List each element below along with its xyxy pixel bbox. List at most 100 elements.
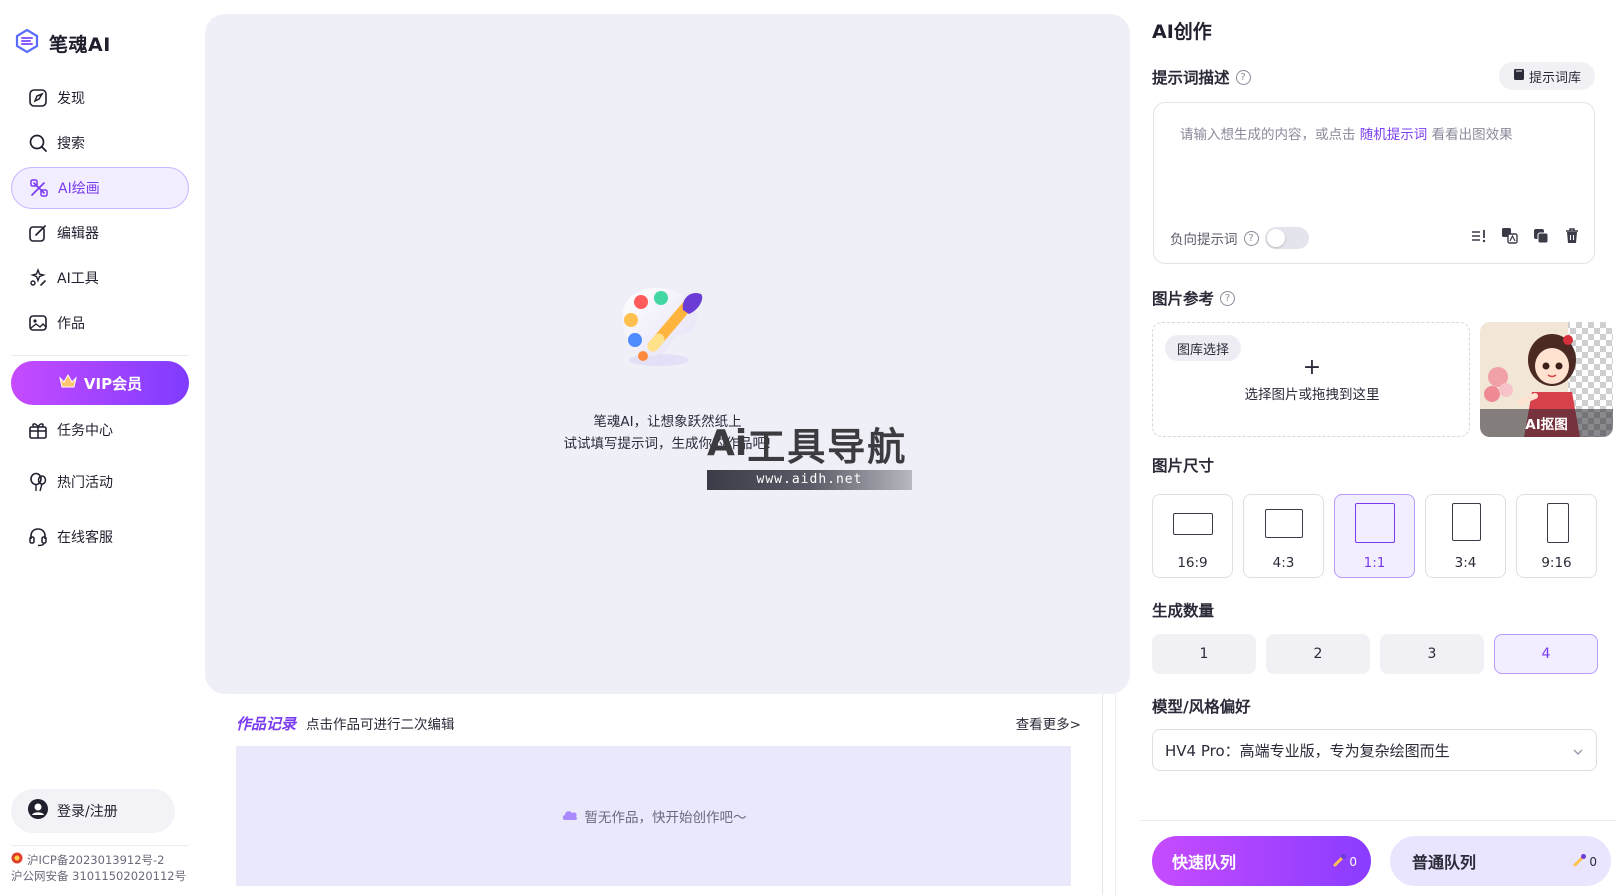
count-option-4[interactable]: 4 <box>1494 634 1598 674</box>
negative-prompt-toggle[interactable] <box>1264 227 1309 249</box>
nav-item-search[interactable]: 搜索 <box>11 122 189 164</box>
nav-label: 搜索 <box>57 136 85 152</box>
prompt-placeholder: 请输入想生成的内容，或点击 随机提示词 看看出图效果 <box>1180 127 1513 143</box>
size-option-label: 1:1 <box>1363 555 1386 571</box>
prompt-library-button[interactable]: 提示词库 <box>1499 62 1595 90</box>
prompt-library-label: 提示词库 <box>1528 70 1581 86</box>
canvas-hint-line-1: 笔魂AI，让想象跃然纸上 <box>593 414 742 430</box>
records-header: 作品记录 点击作品可进行二次编辑 查看更多> <box>236 712 1081 734</box>
size-option-9-16[interactable]: 9:16 <box>1516 494 1597 578</box>
icp-line-2[interactable]: 沪公网安备 31011502020112号 <box>11 868 186 884</box>
nav-item-task-center[interactable]: 任务中心 <box>11 409 189 451</box>
nav-item-editor[interactable]: 编辑器 <box>11 212 189 254</box>
size-option-label: 3:4 <box>1454 555 1477 571</box>
count-option-3[interactable]: 3 <box>1380 634 1484 674</box>
ai-cutout-card[interactable]: AI抠图 <box>1480 322 1613 437</box>
count-option-2[interactable]: 2 <box>1266 634 1370 674</box>
balloon-icon <box>27 471 49 493</box>
view-more-link[interactable]: 查看更多> <box>1016 713 1081 733</box>
nav-label: AI绘画 <box>58 181 100 197</box>
size-option-16-9[interactable]: 16:9 <box>1152 494 1233 578</box>
icp-info: 沪ICP备2023013912号-2 沪公网安备 31011502020112号 <box>11 852 186 884</box>
palette-illustration-icon <box>609 272 721 380</box>
ref-label: 图片参考 <box>1152 290 1215 308</box>
prompt-input[interactable]: 请输入想生成的内容，或点击 随机提示词 看看出图效果 负向提示词 ? <box>1153 102 1595 264</box>
nav-label: 热门活动 <box>57 475 113 491</box>
works-icon <box>27 312 49 334</box>
ratio-9-16-icon <box>1547 503 1569 543</box>
vip-button[interactable]: VIP会员 <box>11 361 189 405</box>
police-badge-icon <box>11 852 23 868</box>
list-icon[interactable] <box>1470 227 1487 244</box>
normal-queue-button[interactable]: 普通队列 0 <box>1390 836 1611 886</box>
ai-tools-icon <box>27 267 49 289</box>
icp-line-1[interactable]: 沪ICP备2023013912号-2 <box>27 852 165 868</box>
divider <box>1102 694 1103 895</box>
ai-cutout-label: AI抠图 <box>1480 409 1613 437</box>
nav-item-ai-tools[interactable]: AI工具 <box>11 257 189 299</box>
negative-prompt-row: 负向提示词 ? <box>1170 227 1309 249</box>
model-value: HV4 Pro：高端专业版，专为复杂绘图而生 <box>1165 741 1450 760</box>
size-option-1-1[interactable]: 1:1 <box>1334 494 1415 578</box>
delete-icon[interactable] <box>1563 227 1580 244</box>
queue-divider <box>1140 820 1617 821</box>
creation-panel: AI创作 提示词描述 ? 提示词库 请输入想生成的内容，或点击 随机提示词 看看… <box>1140 0 1617 895</box>
size-label: 图片尺寸 <box>1152 457 1215 475</box>
watermark-cn: 工具导航 <box>747 425 908 469</box>
help-icon[interactable]: ? <box>1235 69 1251 85</box>
nav-label: AI工具 <box>57 271 99 287</box>
headset-icon <box>27 526 49 548</box>
crown-icon <box>58 372 78 394</box>
nav-item-events[interactable]: 热门活动 <box>11 461 189 503</box>
size-section-label: 图片尺寸 <box>1152 454 1214 476</box>
translate-icon[interactable] <box>1501 227 1518 244</box>
size-option-3-4[interactable]: 3:4 <box>1425 494 1506 578</box>
nav-item-works[interactable]: 作品 <box>11 302 189 344</box>
dropzone-text: 选择图片或拖拽到这里 <box>1244 387 1380 403</box>
nav-label: 编辑器 <box>57 226 99 242</box>
fast-queue-button[interactable]: 快速队列 0 <box>1152 836 1371 886</box>
size-option-label: 4:3 <box>1272 555 1295 571</box>
login-button[interactable]: 登录/注册 <box>11 789 175 833</box>
search-icon <box>27 132 49 154</box>
nav-label: 任务中心 <box>57 423 113 439</box>
plus-icon: + <box>1302 355 1322 380</box>
negative-prompt-label: 负向提示词 <box>1170 232 1238 248</box>
records-empty-text: 暂无作品，快开始创作吧～ <box>584 810 747 826</box>
generation-canvas: 笔魂AI，让想象跃然纸上 试试填写提示词，生成你的作品吧! Ai 工具导航 ww… <box>205 14 1130 694</box>
help-icon[interactable]: ? <box>1243 230 1259 246</box>
book-icon <box>1513 68 1525 85</box>
copy-icon[interactable] <box>1532 227 1549 244</box>
count-label: 生成数量 <box>1152 602 1215 620</box>
sidebar: 笔魂AI 发现 搜索 AI绘画 编辑器 AI工具 作品 VIP会员 任务中心 热… <box>0 0 200 895</box>
gift-icon <box>27 419 49 441</box>
brand[interactable]: 笔魂AI <box>14 28 111 58</box>
random-prompt-link[interactable]: 随机提示词 <box>1360 127 1428 143</box>
count-option-1[interactable]: 1 <box>1152 634 1256 674</box>
watermark-url: www.aidh.net <box>707 470 912 490</box>
nav-item-discover[interactable]: 发现 <box>11 77 189 119</box>
chevron-down-icon <box>1572 744 1584 762</box>
size-option-label: 16:9 <box>1177 555 1208 571</box>
ratio-4-3-icon <box>1265 509 1303 538</box>
nav-item-support[interactable]: 在线客服 <box>11 516 189 558</box>
size-option-4-3[interactable]: 4:3 <box>1243 494 1324 578</box>
prompt-tools <box>1470 227 1580 244</box>
nav-item-ai-paint[interactable]: AI绘画 <box>11 167 189 209</box>
model-label: 模型/风格偏好 <box>1152 698 1251 716</box>
size-option-label: 9:16 <box>1541 555 1572 571</box>
divider <box>1115 694 1116 895</box>
records-empty-state: 暂无作品，快开始创作吧～ <box>236 746 1071 886</box>
prompt-section-label: 提示词描述 ? <box>1152 66 1251 88</box>
watermark-ai: Ai <box>703 423 747 465</box>
normal-queue-count: 0 <box>1573 853 1597 870</box>
cloud-icon <box>561 806 579 826</box>
brand-name: 笔魂AI <box>49 33 111 56</box>
image-upload-dropzone[interactable]: 图库选择 + 选择图片或拖拽到这里 <box>1152 322 1470 437</box>
ref-section-label: 图片参考 ? <box>1152 287 1236 309</box>
watermark: Ai 工具导航 www.aidh.net <box>703 416 912 491</box>
help-icon[interactable]: ? <box>1220 290 1236 306</box>
editor-icon <box>27 222 49 244</box>
vip-label: VIP会员 <box>83 374 143 393</box>
model-select[interactable]: HV4 Pro：高端专业版，专为复杂绘图而生 <box>1152 729 1597 771</box>
